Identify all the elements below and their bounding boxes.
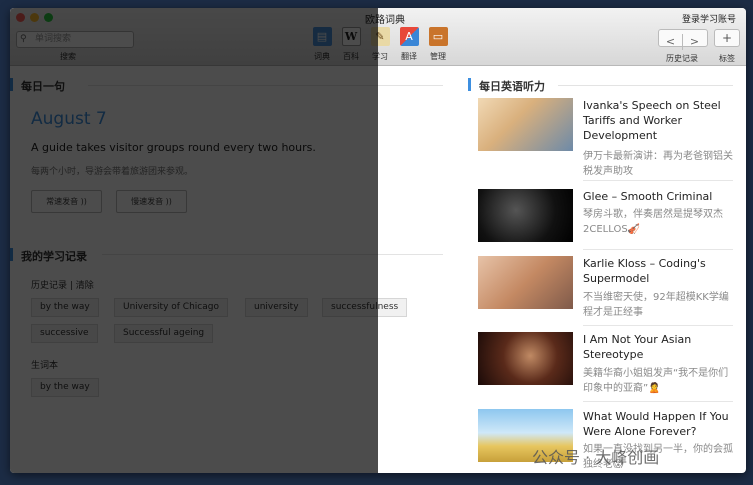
daily-divider — [88, 85, 443, 86]
listening-divider — [558, 85, 733, 86]
speaker-icon: )) — [80, 197, 87, 206]
listening-heading: 每日英语听力 — [479, 80, 545, 93]
daily-heading: 每日一句 — [21, 80, 65, 93]
item-divider — [583, 249, 733, 250]
listening-item[interactable]: I Am Not Your Asian Stereotype 美籍华裔小姐姐发声… — [478, 332, 732, 402]
left-overlay — [10, 8, 378, 473]
daily-section-marker — [10, 78, 13, 91]
toolbar-manage-label: 管理 — [430, 52, 446, 61]
listening-item-title: What Would Happen If You Were Alone Fore… — [583, 410, 729, 438]
back-button[interactable]: < — [659, 34, 683, 50]
vocab-chip[interactable]: by the way — [31, 378, 99, 397]
speaker-icon: )) — [165, 197, 172, 206]
wikipedia-icon: W — [341, 27, 361, 46]
history-chip[interactable]: University of Chicago — [114, 298, 228, 317]
listening-item-desc: 伊万卡最新演讲：再为老爸钢铝关税发声助攻 — [583, 151, 733, 177]
listening-item-title: Glee – Smooth Criminal — [583, 190, 713, 203]
login-link[interactable]: 登录学习账号 — [682, 12, 736, 25]
listening-item-desc: 不当维密天使，92年超模KK学编程才是正经事 — [583, 292, 729, 318]
records-divider — [102, 254, 443, 255]
item-divider — [583, 401, 733, 402]
forward-button[interactable]: > — [683, 34, 706, 50]
window-title: 欧路词典 — [365, 15, 405, 26]
history-chip[interactable]: Successful ageing — [114, 324, 214, 343]
history-records-label[interactable]: 历史记录 | 清除 — [31, 278, 94, 291]
thumbnail-image — [478, 256, 573, 309]
listening-item-desc: 琴房斗歌，伴奏居然是提琴双杰2CELLOS🎻 — [583, 209, 723, 235]
history-chip[interactable]: university — [245, 298, 308, 317]
toolbar: 欧路词典 ⚲ 单词搜索 搜索 ▤ 词典 W 百科 ✎ 学习 A 翻译 ▭ 管理 … — [10, 8, 746, 66]
listening-item-title: Ivanka's Speech on Steel Tariffs and Wor… — [583, 99, 721, 142]
toolbar-dictionary-button[interactable]: ▤ 词典 — [308, 27, 336, 62]
search-label: 搜索 — [60, 52, 76, 61]
search-input[interactable]: ⚲ 单词搜索 — [16, 31, 134, 48]
toolbar-translate-label: 翻译 — [401, 52, 417, 61]
toolbar-manage-button[interactable]: ▭ 管理 — [424, 27, 452, 62]
app-window: 欧路词典 ⚲ 单词搜索 搜索 ▤ 词典 W 百科 ✎ 学习 A 翻译 ▭ 管理 … — [10, 8, 746, 473]
item-divider — [583, 325, 733, 326]
search-placeholder: 单词搜索 — [35, 34, 72, 44]
minimize-window-button[interactable] — [30, 13, 39, 22]
listening-item-title: I Am Not Your Asian Stereotype — [583, 333, 692, 361]
toolbar-wikipedia-button[interactable]: W 百科 — [337, 27, 365, 62]
dictionary-icon: ▤ — [312, 27, 332, 46]
add-bookmark-button[interactable]: + — [714, 29, 740, 47]
thumbnail-image — [478, 189, 573, 242]
close-window-button[interactable] — [16, 13, 25, 22]
thumbnail-image — [478, 98, 573, 151]
toolbar-translate-button[interactable]: A 翻译 — [395, 27, 423, 62]
daily-sentence: A guide takes visitor groups round every… — [31, 141, 316, 154]
item-divider — [583, 180, 733, 181]
history-chip[interactable]: by the way — [31, 298, 99, 317]
bookmark-label: 标签 — [719, 54, 735, 63]
zoom-window-button[interactable] — [44, 13, 53, 22]
toolbar-study-label: 学习 — [372, 52, 388, 61]
normal-speed-audio-button[interactable]: 常速发音 )) — [31, 190, 102, 213]
records-section-marker — [10, 248, 13, 261]
listening-item-desc: 美籍华裔小姐姐发声“我不是你们印象中的亚裔”🙎 — [583, 368, 729, 394]
listening-item[interactable]: Karlie Kloss – Coding's Supermodel 不当维密天… — [478, 256, 732, 326]
watermark: 公众号 · 大峰创画 — [532, 448, 660, 467]
translate-icon: A — [399, 27, 419, 46]
toolbar-study-button[interactable]: ✎ 学习 — [366, 27, 394, 62]
search-icon: ⚲ — [20, 34, 27, 44]
listening-section-marker — [468, 78, 471, 91]
thumbnail-image — [478, 332, 573, 385]
slow-speed-label: 慢速发音 — [131, 197, 164, 206]
manage-icon: ▭ — [428, 27, 448, 46]
normal-speed-label: 常速发音 — [46, 197, 79, 206]
vocab-label: 生词本 — [31, 361, 59, 371]
listening-item[interactable]: Glee – Smooth Criminal 琴房斗歌，伴奏居然是提琴双杰2CE… — [478, 189, 732, 249]
daily-translation: 每两个小时，导游会带着旅游团来参观。 — [31, 167, 194, 177]
history-label: 历史记录 — [666, 54, 698, 63]
history-chip[interactable]: successive — [31, 324, 98, 343]
history-chip[interactable]: successfulness — [322, 298, 408, 317]
toolbar-dictionary-label: 词典 — [314, 52, 330, 61]
listening-item[interactable]: Ivanka's Speech on Steel Tariffs and Wor… — [478, 98, 733, 178]
study-icon: ✎ — [370, 27, 390, 46]
records-heading: 我的学习记录 — [21, 250, 87, 263]
toolbar-wikipedia-label: 百科 — [343, 52, 359, 61]
slow-speed-audio-button[interactable]: 慢速发音 )) — [116, 190, 187, 213]
listening-item-title: Karlie Kloss – Coding's Supermodel — [583, 257, 706, 285]
history-nav: < > — [658, 29, 708, 50]
daily-date: August 7 — [31, 109, 107, 129]
